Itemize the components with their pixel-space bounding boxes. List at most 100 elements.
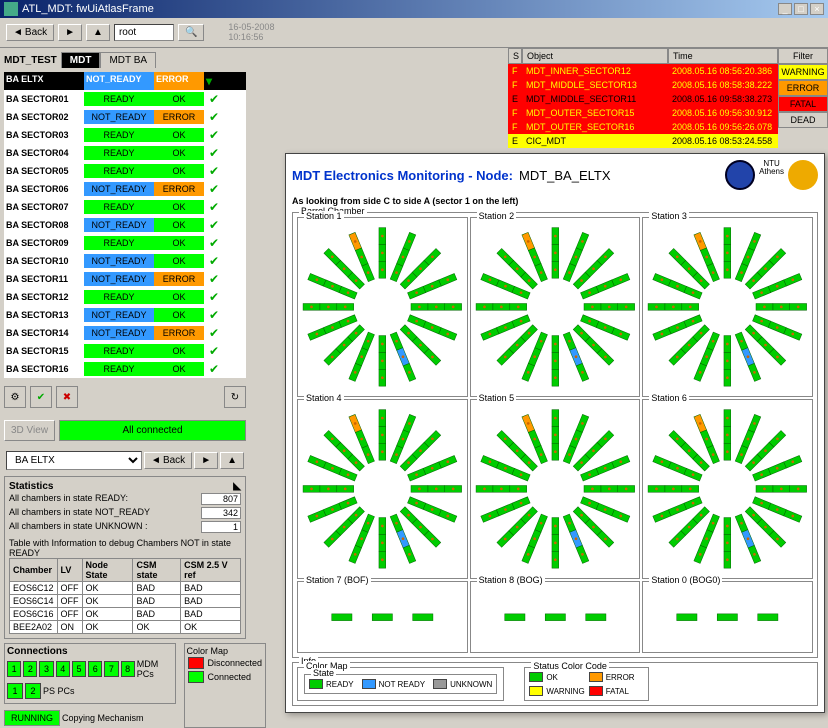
sector-status: OK (154, 344, 204, 358)
tab-mdt[interactable]: MDT (61, 52, 101, 68)
chamber-row[interactable]: EOS6C16OFFOKBADBAD (10, 608, 241, 621)
sector-state: READY (84, 236, 154, 250)
disconnected-swatch (188, 657, 204, 669)
sector-row[interactable]: BA SECTOR07 READY OK ✔ (4, 198, 246, 216)
refresh-icon[interactable]: ↻ (224, 386, 246, 408)
event-header-time[interactable]: Time (668, 48, 778, 64)
sector-row[interactable]: BA SECTOR08 NOT_READY OK ✔ (4, 216, 246, 234)
sector-state: READY (84, 92, 154, 106)
mdm-pc-5[interactable]: 5 (72, 661, 86, 677)
event-row[interactable]: FMDT_OUTER_SECTOR152008.05.16 09:56:30.9… (508, 106, 778, 120)
event-row[interactable]: FMDT_MIDDLE_SECTOR132008.05.16 08:58:38.… (508, 78, 778, 92)
search-button[interactable]: 🔍 (178, 24, 204, 41)
mdm-pc-6[interactable]: 6 (88, 661, 102, 677)
sector-row[interactable]: BA SECTOR12 READY OK ✔ (4, 288, 246, 306)
event-row[interactable]: ECIC_MDT2008.05.16 08:53:24.558 (508, 134, 778, 148)
sector-row[interactable]: BA SECTOR02 NOT_READY ERROR ✔ (4, 108, 246, 126)
nav-fwd-button[interactable]: ► (194, 452, 218, 469)
fatal-swatch (589, 686, 603, 696)
cross-icon[interactable]: ✖ (56, 386, 78, 408)
sector-row[interactable]: BA SECTOR05 READY OK ✔ (4, 162, 246, 180)
chamber-header[interactable]: LV (57, 559, 82, 582)
sector-row[interactable]: BA SECTOR16 READY OK ✔ (4, 360, 246, 378)
mdm-pc-8[interactable]: 8 (121, 661, 135, 677)
event-header-obj[interactable]: Object (522, 48, 668, 64)
chamber-header[interactable]: CSM state (133, 559, 181, 582)
forward-button[interactable]: ► (58, 24, 82, 41)
mdm-pc-2[interactable]: 2 (23, 661, 37, 677)
sector-row[interactable]: BA SECTOR06 NOT_READY ERROR ✔ (4, 180, 246, 198)
chamber-row[interactable]: EOS6C14OFFOKBADBAD (10, 595, 241, 608)
minimize-button[interactable]: _ (778, 3, 792, 15)
node-select[interactable]: BA ELTX (6, 451, 142, 470)
station-label: Station 1 (304, 211, 344, 221)
mdm-pc-1[interactable]: 1 (7, 661, 21, 677)
notready-swatch (362, 679, 376, 689)
filter-dead[interactable]: DEAD (778, 112, 828, 128)
sector-row[interactable]: BA SECTOR01 READY OK ✔ (4, 90, 246, 108)
collapse-icon[interactable]: ◣ (233, 481, 241, 492)
cern-logo (725, 160, 755, 190)
chamber-header[interactable]: Chamber (10, 559, 58, 582)
mdm-pc-7[interactable]: 7 (104, 661, 118, 677)
gear-icon[interactable]: ⚙ (4, 386, 26, 408)
nav-back-button[interactable]: ◄ Back (144, 452, 192, 469)
sector-row[interactable]: BA SECTOR09 READY OK ✔ (4, 234, 246, 252)
path-input[interactable] (114, 24, 174, 41)
station-3: Station 3 (642, 217, 813, 397)
maximize-button[interactable]: □ (794, 3, 808, 15)
sector-row[interactable]: BA SECTOR04 READY OK ✔ (4, 144, 246, 162)
ps-pc-2[interactable]: 2 (25, 683, 41, 699)
header-name: BA ELTX (4, 72, 84, 90)
station-label: Station 3 (649, 211, 689, 221)
back-button[interactable]: ◄ Back (6, 24, 54, 41)
filter-error[interactable]: ERROR (778, 80, 828, 96)
check-icon: ✔ (204, 342, 224, 360)
sector-name: BA SECTOR06 (4, 182, 84, 196)
station-label: Station 7 (BOF) (304, 575, 371, 585)
chamber-row[interactable]: BEE2A02ONOKOKOK (10, 621, 241, 634)
event-row[interactable]: FMDT_INNER_SECTOR122008.05.16 08:56:20.3… (508, 64, 778, 78)
monitor-title: MDT Electronics Monitoring - Node: (292, 168, 513, 183)
ps-pc-1[interactable]: 1 (7, 683, 23, 699)
event-header-s[interactable]: S (508, 48, 522, 64)
sector-row[interactable]: BA SECTOR03 READY OK ✔ (4, 126, 246, 144)
mdm-pc-3[interactable]: 3 (39, 661, 53, 677)
header-menu-icon[interactable]: ▾ (204, 72, 224, 90)
sector-state: READY (84, 344, 154, 358)
sector-row[interactable]: BA SECTOR14 NOT_READY ERROR ✔ (4, 324, 246, 342)
check-icon[interactable]: ✔ (30, 386, 52, 408)
ntu-label: NTUAthens (759, 160, 784, 190)
event-row[interactable]: EMDT_MIDDLE_SECTOR112008.05.16 09:58:38.… (508, 92, 778, 106)
sector-name: BA SECTOR16 (4, 362, 84, 376)
filter-fatal[interactable]: FATAL (778, 96, 828, 112)
sector-state: READY (84, 200, 154, 214)
sector-row[interactable]: BA SECTOR10 NOT_READY OK ✔ (4, 252, 246, 270)
close-button[interactable]: × (810, 3, 824, 15)
sector-name: BA SECTOR13 (4, 308, 84, 322)
chamber-header[interactable]: CSM 2.5 V ref (181, 559, 241, 582)
mdm-pc-4[interactable]: 4 (56, 661, 70, 677)
stat-label: All chambers in state READY: (9, 493, 201, 505)
app-icon (4, 2, 18, 16)
event-panel: S Object Time FMDT_INNER_SECTOR122008.05… (508, 48, 828, 148)
nav-up-button[interactable]: ▲ (220, 452, 244, 469)
chamber-table: ChamberLVNode StateCSM stateCSM 2.5 V re… (9, 558, 241, 634)
sector-state: READY (84, 146, 154, 160)
sector-state: NOT_READY (84, 326, 154, 340)
chamber-row[interactable]: EOS6C12OFFOKBADBAD (10, 582, 241, 595)
chamber-header[interactable]: Node State (82, 559, 133, 582)
check-icon: ✔ (204, 216, 224, 234)
sector-status: ERROR (154, 182, 204, 196)
sector-status: OK (154, 128, 204, 142)
sector-row[interactable]: BA SECTOR13 NOT_READY OK ✔ (4, 306, 246, 324)
tab-mdt-ba[interactable]: MDT BA (100, 52, 156, 68)
sector-name: BA SECTOR12 (4, 290, 84, 304)
sector-name: BA SECTOR01 (4, 92, 84, 106)
sector-row[interactable]: BA SECTOR11 NOT_READY ERROR ✔ (4, 270, 246, 288)
event-row[interactable]: FMDT_OUTER_SECTOR162008.05.16 09:56:26.0… (508, 120, 778, 134)
sector-row[interactable]: BA SECTOR15 READY OK ✔ (4, 342, 246, 360)
warning-swatch (529, 686, 543, 696)
up-button[interactable]: ▲ (86, 24, 110, 41)
filter-warning[interactable]: WARNING (778, 64, 828, 80)
